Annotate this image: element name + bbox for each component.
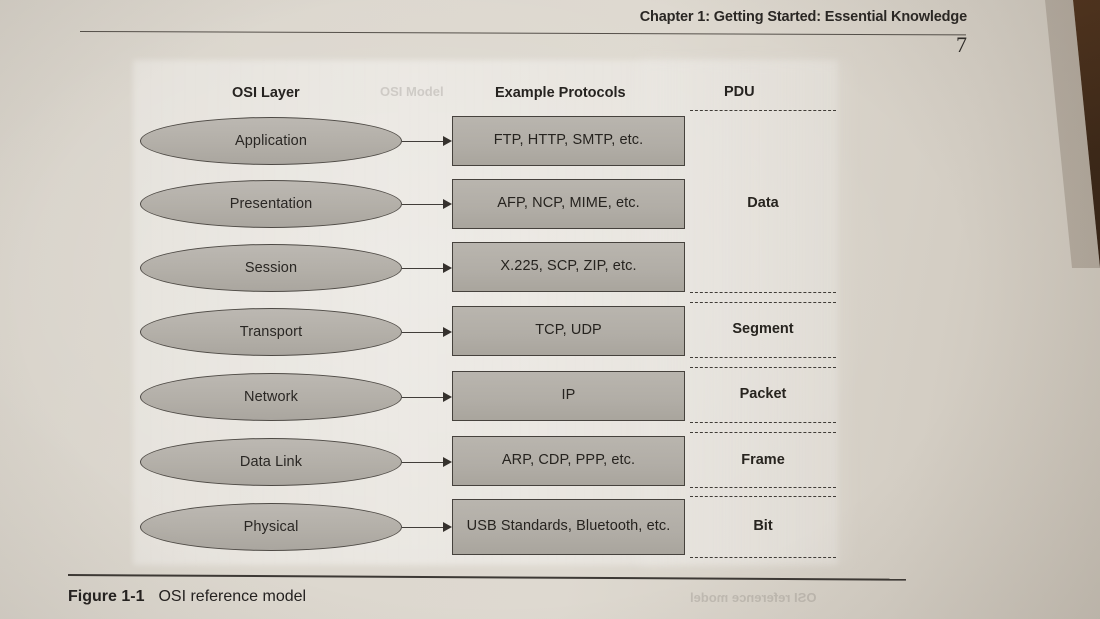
page-number: 7 [956, 32, 967, 57]
running-head: Chapter 1: Getting Started: Essential Kn… [639, 9, 967, 25]
figure-caption: Figure 1-1 OSI reference model [68, 588, 306, 606]
figure-title: OSI reference model [158, 588, 307, 605]
photographed-book-page: OSI Model Chapter 1: Getting Started: Es… [0, 0, 1100, 619]
column-header-pdu: PDU [724, 84, 755, 100]
column-header-example-protocols: Example Protocols [495, 85, 626, 101]
figure-number: Figure 1-1 [68, 588, 145, 605]
column-header-osi-layer: OSI Layer [232, 85, 300, 101]
